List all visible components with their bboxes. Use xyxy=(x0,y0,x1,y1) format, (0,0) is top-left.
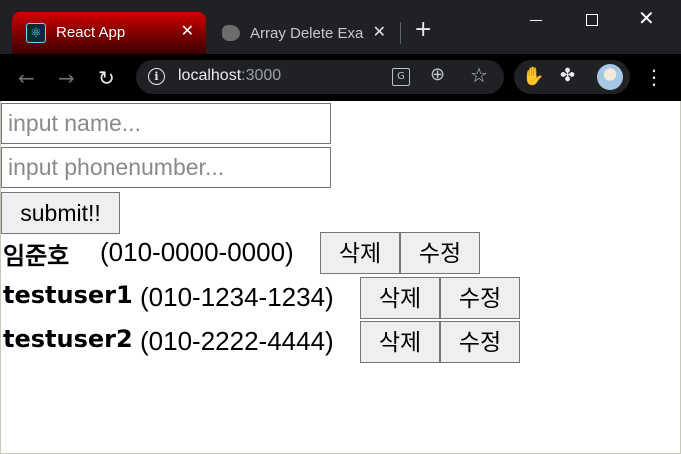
submit-button[interactable]: submit!! xyxy=(1,192,120,234)
name-input[interactable] xyxy=(1,103,331,144)
url-port: :3000 xyxy=(241,67,282,84)
contact-row: testuser2 (010-2222-4444) 삭제 수정 xyxy=(1,321,521,363)
translate-icon[interactable]: G xyxy=(392,68,410,86)
browser-toolbar: ← → ↻ i localhost:3000 G ⊕ ☆ ✋ ✤ ⋮ xyxy=(0,54,681,101)
url-host: localhost xyxy=(178,67,242,84)
site-favicon-icon xyxy=(222,25,240,41)
contact-name: testuser1 xyxy=(3,281,133,309)
forward-arrow-icon[interactable]: → xyxy=(58,66,75,90)
reload-icon[interactable]: ↻ xyxy=(98,66,115,90)
tab-separator xyxy=(400,22,401,44)
puzzle-icon[interactable]: ✤ xyxy=(560,65,575,86)
contact-name: 임준호 xyxy=(3,242,70,270)
menu-dots-icon[interactable]: ⋮ xyxy=(644,65,664,89)
react-icon: ⚛ xyxy=(26,23,46,43)
delete-button[interactable]: 삭제 xyxy=(360,277,440,319)
bookmark-star-icon[interactable]: ☆ xyxy=(470,63,488,87)
extensions-area: ✋ ✤ xyxy=(514,60,630,94)
tab-close-icon[interactable]: ✕ xyxy=(181,21,194,40)
contact-row: testuser1 (010-1234-1234) 삭제 수정 xyxy=(1,277,521,319)
maximize-icon[interactable] xyxy=(586,14,598,26)
delete-button[interactable]: 삭제 xyxy=(360,321,440,363)
window-close-icon[interactable]: ✕ xyxy=(638,6,655,30)
delete-button[interactable]: 삭제 xyxy=(320,232,400,274)
back-arrow-icon[interactable]: ← xyxy=(18,66,35,90)
profile-avatar[interactable] xyxy=(597,64,623,90)
extension-icon[interactable]: ✋ xyxy=(522,66,544,87)
new-tab-button[interactable]: + xyxy=(414,17,432,42)
contact-name: testuser2 xyxy=(3,325,133,353)
browser-titlebar: ⚛ React App ✕ Array Delete Exa ✕ + ✕ xyxy=(0,0,681,54)
tab-title: Array Delete Exa xyxy=(250,25,364,42)
contact-phone: (010-2222-4444) xyxy=(140,326,334,356)
contact-phone: (010-1234-1234) xyxy=(140,282,334,312)
contact-row: 임준호 (010-0000-0000) 삭제 수정 xyxy=(1,232,481,274)
page-content: submit!! 임준호 (010-0000-0000) 삭제 수정 testu… xyxy=(0,101,681,454)
tab-array-delete[interactable]: Array Delete Exa ✕ xyxy=(210,14,396,54)
edit-button[interactable]: 수정 xyxy=(440,321,520,363)
edit-button[interactable]: 수정 xyxy=(440,277,520,319)
tab-react-app[interactable]: ⚛ React App ✕ xyxy=(12,12,206,54)
minimize-icon[interactable] xyxy=(530,8,544,22)
address-bar[interactable]: i localhost:3000 G ⊕ ☆ xyxy=(136,60,504,94)
url-text[interactable]: localhost:3000 xyxy=(178,67,281,85)
site-info-icon[interactable]: i xyxy=(148,68,165,85)
edit-button[interactable]: 수정 xyxy=(400,232,480,274)
phone-input[interactable] xyxy=(1,147,331,188)
contact-phone: (010-0000-0000) xyxy=(100,237,294,267)
tab-title: React App xyxy=(56,24,126,41)
zoom-icon[interactable]: ⊕ xyxy=(430,64,445,85)
tab-close-icon[interactable]: ✕ xyxy=(373,22,386,41)
